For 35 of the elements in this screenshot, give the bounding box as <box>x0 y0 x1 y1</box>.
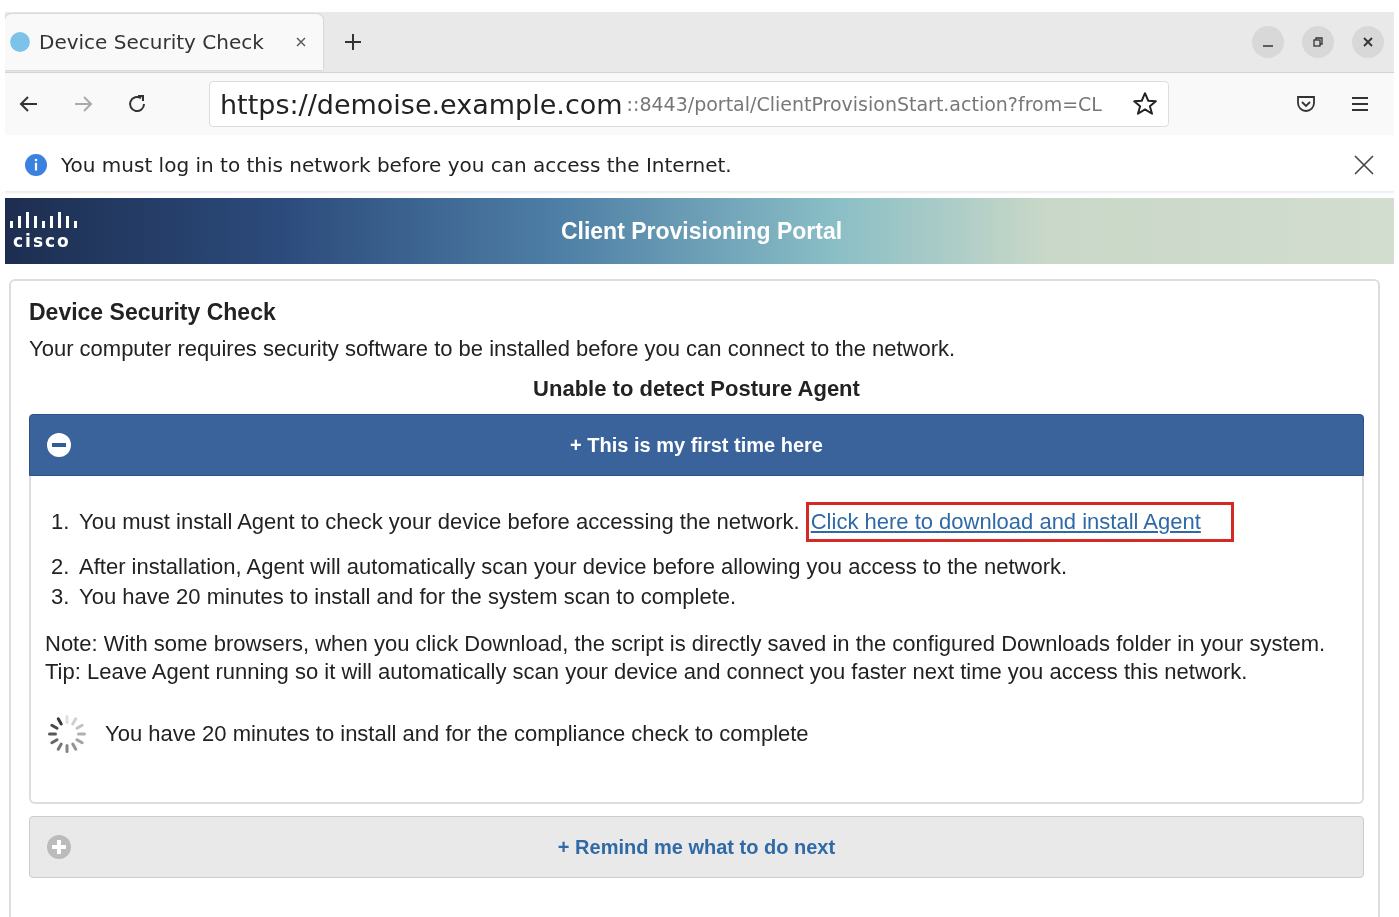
accordion-header[interactable]: + This is my first time here <box>29 414 1364 476</box>
tip-text: Tip: Leave Agent running so it will automatically scan your device and connect you faster next time you access this network. <box>45 658 1249 686</box>
intro-text: Your computer requires security software to be installed before you can connect to the network. <box>29 336 957 362</box>
logo-text: cisco <box>13 232 71 250</box>
tab-title: Device Security Check <box>39 30 265 54</box>
restore-button[interactable] <box>1302 26 1334 58</box>
notification-text: You must log in to this network before you can access the Internet. <box>61 153 733 177</box>
star-icon[interactable] <box>1132 91 1158 117</box>
step-text: After installation, Agent will automatically scan your device before allowing you access to the network. <box>79 553 1068 581</box>
plus-icon[interactable] <box>343 32 363 52</box>
step-number: 1. <box>51 508 71 536</box>
progress-text: You have 20 minutes to install and for the compliance check to complete <box>105 721 809 747</box>
close-icon[interactable] <box>1354 155 1374 175</box>
step-text: You must install Agent to check your device before accessing the network. <box>79 508 800 536</box>
step-text: You have 20 minutes to install and for the system scan to complete. <box>79 583 737 611</box>
step-number: 2. <box>51 553 71 581</box>
note-text: Note: With some browsers, when you click Download, the script is directly saved in the configured Downloads folder in your system. <box>45 630 1327 658</box>
page-heading: Device Security Check <box>29 299 277 326</box>
banner-title: Client Provisioning Portal <box>559 217 844 245</box>
address-field[interactable]: https://demoise.example.com::8443/portal/ClientProvisionStart.action?from=CL <box>209 81 1169 127</box>
plus-icon <box>46 834 72 860</box>
accordion-header[interactable]: + Remind me what to do next <box>29 816 1364 878</box>
close-icon[interactable] <box>295 36 307 48</box>
minus-icon <box>46 432 72 458</box>
info-icon <box>25 154 47 176</box>
status-text: Unable to detect Posture Agent <box>532 376 861 402</box>
restore-icon <box>1312 36 1324 48</box>
step-number: 3. <box>51 583 71 611</box>
close-icon <box>1362 36 1374 48</box>
spinner-icon <box>45 712 89 756</box>
download-link[interactable]: Click here to download and install Agent <box>810 507 1201 537</box>
browser-tab[interactable]: Device Security Check <box>5 14 323 70</box>
close-button[interactable] <box>1352 26 1384 58</box>
globe-icon <box>9 31 31 53</box>
minimize-icon <box>1263 45 1273 47</box>
